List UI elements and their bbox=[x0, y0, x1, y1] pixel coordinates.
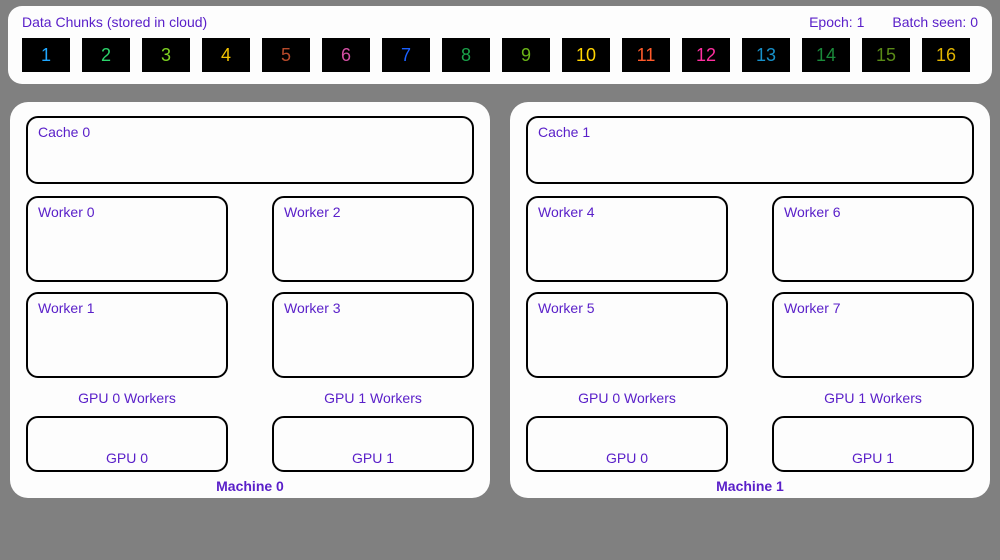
data-chunk: 6 bbox=[322, 38, 370, 72]
worker-label: Worker 3 bbox=[284, 300, 341, 316]
cloud-header-right: Epoch: 1 Batch seen: 0 bbox=[809, 14, 978, 30]
worker-label: Worker 2 bbox=[284, 204, 341, 220]
chunks-row: 12345678910111213141516 bbox=[22, 38, 978, 72]
data-chunk-number: 14 bbox=[816, 45, 836, 66]
worker-box: Worker 4 bbox=[526, 196, 728, 282]
data-chunk: 2 bbox=[82, 38, 130, 72]
machines-row: Cache 0 Worker 0 Worker 1 GPU 0 Workers GPU … bbox=[10, 102, 990, 498]
worker-label: Worker 5 bbox=[538, 300, 595, 316]
batch-readout: Batch seen: 0 bbox=[892, 14, 978, 30]
data-chunk-number: 1 bbox=[41, 45, 51, 66]
data-chunk-number: 8 bbox=[461, 45, 471, 66]
worker-label: Worker 7 bbox=[784, 300, 841, 316]
data-chunk: 1 bbox=[22, 38, 70, 72]
data-chunk-number: 9 bbox=[521, 45, 531, 66]
worker-box: Worker 5 bbox=[526, 292, 728, 378]
data-chunk-number: 13 bbox=[756, 45, 776, 66]
worker-box: Worker 7 bbox=[772, 292, 974, 378]
epoch-label: Epoch: bbox=[809, 14, 853, 30]
worker-box: Worker 0 bbox=[26, 196, 228, 282]
batch-value: 0 bbox=[970, 14, 978, 30]
batch-label: Batch seen: bbox=[892, 14, 966, 30]
worker-box: Worker 1 bbox=[26, 292, 228, 378]
data-chunk-number: 4 bbox=[221, 45, 231, 66]
data-chunk-number: 16 bbox=[936, 45, 956, 66]
data-chunk: 14 bbox=[802, 38, 850, 72]
machine: Cache 0 Worker 0 Worker 1 GPU 0 Workers GPU … bbox=[10, 102, 490, 498]
worker-box: Worker 2 bbox=[272, 196, 474, 282]
worker-label: Worker 1 bbox=[38, 300, 95, 316]
data-chunk: 3 bbox=[142, 38, 190, 72]
gpu-column: Worker 6 Worker 7 GPU 1 Workers GPU 1 bbox=[772, 196, 974, 472]
data-chunk-number: 7 bbox=[401, 45, 411, 66]
gpu-row: Worker 4Worker 5GPU 0 WorkersGPU 0Worker… bbox=[526, 196, 974, 472]
epoch-value: 1 bbox=[857, 14, 865, 30]
cloud-title: Data Chunks (stored in cloud) bbox=[22, 14, 207, 30]
data-chunk-number: 5 bbox=[281, 45, 291, 66]
worker-box: Worker 6 bbox=[772, 196, 974, 282]
machine: Cache 1 Worker 4 Worker 5 GPU 0 Workers GPU … bbox=[510, 102, 990, 498]
data-chunk-number: 12 bbox=[696, 45, 716, 66]
gpu-column: Worker 4 Worker 5 GPU 0 Workers GPU 0 bbox=[526, 196, 728, 472]
data-chunk: 7 bbox=[382, 38, 430, 72]
data-chunk-number: 10 bbox=[576, 45, 596, 66]
data-chunk-number: 11 bbox=[637, 45, 656, 66]
worker-label: Worker 6 bbox=[784, 204, 841, 220]
data-chunk: 10 bbox=[562, 38, 610, 72]
gpu-workers-label: GPU 0 Workers bbox=[526, 390, 728, 406]
data-chunk: 9 bbox=[502, 38, 550, 72]
cloud-panel: Data Chunks (stored in cloud) Epoch: 1 B… bbox=[8, 6, 992, 84]
data-chunk: 4 bbox=[202, 38, 250, 72]
gpu-row: Worker 0Worker 1GPU 0 WorkersGPU 0Worker… bbox=[26, 196, 474, 472]
cache-label: Cache 1 bbox=[538, 124, 590, 140]
data-chunk: 12 bbox=[682, 38, 730, 72]
cache-label: Cache 0 bbox=[38, 124, 90, 140]
gpu-workers-label: GPU 0 Workers bbox=[26, 390, 228, 406]
gpu-label: GPU 1 bbox=[852, 450, 894, 466]
gpu-workers-label: GPU 1 Workers bbox=[772, 390, 974, 406]
gpu-box: GPU 0 bbox=[526, 416, 728, 472]
data-chunk: 11 bbox=[622, 38, 670, 72]
cloud-header: Data Chunks (stored in cloud) Epoch: 1 B… bbox=[22, 14, 978, 30]
data-chunk: 15 bbox=[862, 38, 910, 72]
machine-label: Machine 0 bbox=[26, 478, 474, 494]
gpu-column: Worker 2 Worker 3 GPU 1 Workers GPU 1 bbox=[272, 196, 474, 472]
data-chunk-number: 15 bbox=[876, 45, 896, 66]
cache-box: Cache 1 bbox=[526, 116, 974, 184]
data-chunk-number: 2 bbox=[101, 45, 111, 66]
gpu-workers-label: GPU 1 Workers bbox=[272, 390, 474, 406]
gpu-box: GPU 1 bbox=[272, 416, 474, 472]
data-chunk: 5 bbox=[262, 38, 310, 72]
gpu-box: GPU 0 bbox=[26, 416, 228, 472]
cache-box: Cache 0 bbox=[26, 116, 474, 184]
worker-label: Worker 0 bbox=[38, 204, 95, 220]
worker-box: Worker 3 bbox=[272, 292, 474, 378]
gpu-label: GPU 1 bbox=[352, 450, 394, 466]
worker-label: Worker 4 bbox=[538, 204, 595, 220]
gpu-column: Worker 0 Worker 1 GPU 0 Workers GPU 0 bbox=[26, 196, 228, 472]
gpu-box: GPU 1 bbox=[772, 416, 974, 472]
gpu-label: GPU 0 bbox=[606, 450, 648, 466]
data-chunk: 16 bbox=[922, 38, 970, 72]
machine-label: Machine 1 bbox=[526, 478, 974, 494]
gpu-label: GPU 0 bbox=[106, 450, 148, 466]
data-chunk-number: 6 bbox=[341, 45, 351, 66]
data-chunk: 8 bbox=[442, 38, 490, 72]
epoch-readout: Epoch: 1 bbox=[809, 14, 864, 30]
data-chunk-number: 3 bbox=[161, 45, 171, 66]
data-chunk: 13 bbox=[742, 38, 790, 72]
